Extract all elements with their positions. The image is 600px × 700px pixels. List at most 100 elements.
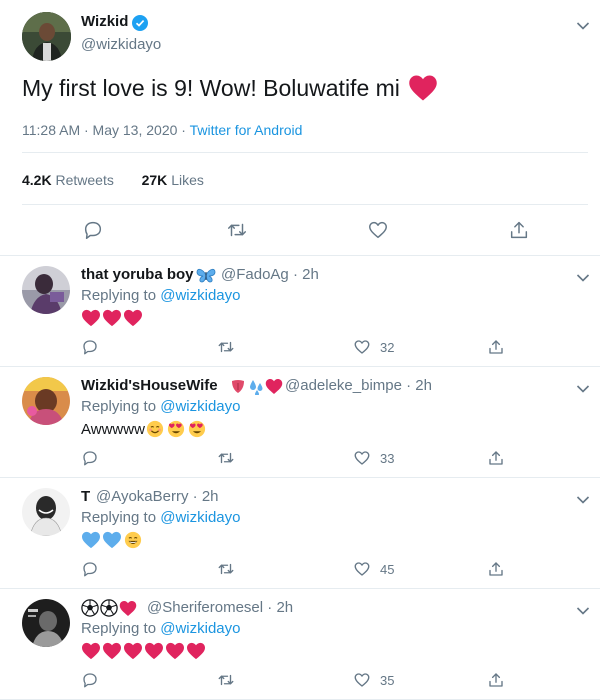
reply-avatar[interactable] xyxy=(22,599,70,647)
author-handle[interactable]: @wizkidayo xyxy=(81,36,161,53)
reply-tweet[interactable]: @Sheriferomesel · 2h Replying to @wizkid… xyxy=(0,589,600,700)
share-icon[interactable] xyxy=(487,338,505,356)
like-icon[interactable] xyxy=(353,338,371,356)
tweet-source[interactable]: Twitter for Android xyxy=(190,122,303,138)
like-count: 32 xyxy=(380,340,395,355)
red-heart-emoji-icon xyxy=(119,600,137,617)
red-heart-emoji-icon xyxy=(102,309,122,327)
butterfly-emoji-icon xyxy=(196,266,216,284)
reply-author-handle: @adeleke_bimpe · 2h xyxy=(285,377,432,394)
reply-body xyxy=(81,641,207,661)
reply-time[interactable]: · 2h xyxy=(406,377,432,394)
reply-menu-chevron-icon[interactable] xyxy=(576,381,590,393)
reply-author-handle: @FadoAg · 2h xyxy=(221,266,319,283)
tweet-timestamp[interactable]: 11:28 AM · May 13, 2020 · xyxy=(22,122,186,138)
tweet-text: My first love is 9! Wow! Boluwatife mi xyxy=(22,74,438,102)
red-heart-emoji-icon xyxy=(123,642,143,660)
like-icon[interactable] xyxy=(353,560,371,578)
reply-handle-text[interactable]: @FadoAg xyxy=(221,266,289,283)
tweet-menu-chevron-icon[interactable] xyxy=(576,18,590,30)
reply-body: Awwwww xyxy=(81,419,208,439)
red-heart-emoji-icon xyxy=(165,642,185,660)
replying-to-mention[interactable]: @wizkidayo xyxy=(160,620,240,637)
tweet-stats: 4.2K Retweets 27K Likes xyxy=(22,172,204,188)
name-emoji-group xyxy=(229,377,283,396)
reply-text: Awwwww xyxy=(81,420,145,438)
retweets-label: Retweets xyxy=(55,172,114,188)
soccer-ball-emoji-icon xyxy=(81,599,99,617)
tongue-emoji-icon xyxy=(229,377,247,395)
retweet-icon[interactable] xyxy=(226,219,248,241)
author-name[interactable]: Wizkid xyxy=(81,13,128,30)
heart-eyes-emoji-icon xyxy=(187,420,207,438)
reply-time[interactable]: · 2h xyxy=(193,488,219,505)
reply-tweet[interactable]: Wizkid'sHouseWife @adeleke_bimpe · 2h Re… xyxy=(0,367,600,478)
red-heart-emoji-icon xyxy=(144,642,164,660)
like-icon[interactable] xyxy=(353,449,371,467)
reply-handle-text[interactable]: @AyokaBerry xyxy=(96,488,188,505)
reply-avatar[interactable] xyxy=(22,377,70,425)
retweet-icon[interactable] xyxy=(217,449,235,467)
reply-body xyxy=(81,530,144,550)
red-heart-emoji-icon xyxy=(265,378,283,395)
smiling-face-emoji-icon xyxy=(145,420,165,438)
likes-label: Likes xyxy=(171,172,204,188)
reply-time[interactable]: · 2h xyxy=(267,599,293,616)
reply-menu-chevron-icon[interactable] xyxy=(576,603,590,615)
divider xyxy=(22,204,588,205)
like-icon[interactable] xyxy=(367,219,389,241)
reply-handle-text[interactable]: @adeleke_bimpe xyxy=(285,377,402,394)
retweet-icon[interactable] xyxy=(217,338,235,356)
likes-stat[interactable]: 27K Likes xyxy=(142,172,204,188)
retweets-stat[interactable]: 4.2K Retweets xyxy=(22,172,114,188)
replying-to: Replying to @wizkidayo xyxy=(81,620,240,637)
retweet-icon[interactable] xyxy=(217,560,235,578)
reply-author-name[interactable]: that yoruba boy xyxy=(81,266,194,283)
retweets-count: 4.2K xyxy=(22,172,52,188)
replying-to: Replying to @wizkidayo xyxy=(81,509,240,526)
red-heart-emoji-icon xyxy=(81,642,101,660)
blue-heart-emoji-icon xyxy=(81,531,101,549)
replying-to-mention[interactable]: @wizkidayo xyxy=(160,398,240,415)
reply-author-handle: @Sheriferomesel · 2h xyxy=(147,599,293,616)
share-icon[interactable] xyxy=(487,449,505,467)
reply-author-handle: @AyokaBerry · 2h xyxy=(96,488,219,505)
share-icon[interactable] xyxy=(487,671,505,689)
grinning-face-emoji-icon xyxy=(123,531,143,549)
reply-menu-chevron-icon[interactable] xyxy=(576,270,590,282)
reply-tweet[interactable]: that yoruba boy @FadoAg · 2h Replying to… xyxy=(0,256,600,367)
retweet-icon[interactable] xyxy=(217,671,235,689)
replying-to-label: Replying to xyxy=(81,398,157,415)
red-heart-emoji-icon xyxy=(186,642,206,660)
reply-menu-chevron-icon[interactable] xyxy=(576,492,590,504)
reply-handle-text[interactable]: @Sheriferomesel xyxy=(147,599,263,616)
reply-author-name[interactable]: Wizkid'sHouseWife xyxy=(81,377,218,394)
like-count: 33 xyxy=(380,451,395,466)
share-icon[interactable] xyxy=(487,560,505,578)
reply-icon[interactable] xyxy=(82,219,104,241)
reply-icon[interactable] xyxy=(81,560,99,578)
like-icon[interactable] xyxy=(353,671,371,689)
reply-icon[interactable] xyxy=(81,671,99,689)
reply-icon[interactable] xyxy=(81,449,99,467)
replying-to-label: Replying to xyxy=(81,620,157,637)
heart-eyes-emoji-icon xyxy=(166,420,186,438)
replying-to-label: Replying to xyxy=(81,287,157,304)
replying-to-mention[interactable]: @wizkidayo xyxy=(160,509,240,526)
name-emoji-group[interactable] xyxy=(81,599,137,617)
replying-to-label: Replying to xyxy=(81,509,157,526)
author-avatar[interactable] xyxy=(22,12,71,61)
replying-to-mention[interactable]: @wizkidayo xyxy=(160,287,240,304)
reply-icon[interactable] xyxy=(81,338,99,356)
reply-body xyxy=(81,308,144,328)
reply-author-name[interactable]: T xyxy=(81,488,90,505)
share-icon[interactable] xyxy=(508,219,530,241)
tweet-text-content: My first love is 9! Wow! Boluwatife mi xyxy=(22,74,400,101)
reply-avatar[interactable] xyxy=(22,266,70,314)
reply-avatar[interactable] xyxy=(22,488,70,536)
reply-tweet[interactable]: T @AyokaBerry · 2h Replying to @wizkiday… xyxy=(0,478,600,589)
verified-badge-icon xyxy=(132,15,148,31)
red-heart-emoji-icon xyxy=(81,309,101,327)
replying-to: Replying to @wizkidayo xyxy=(81,287,240,304)
reply-time[interactable]: · 2h xyxy=(293,266,319,283)
